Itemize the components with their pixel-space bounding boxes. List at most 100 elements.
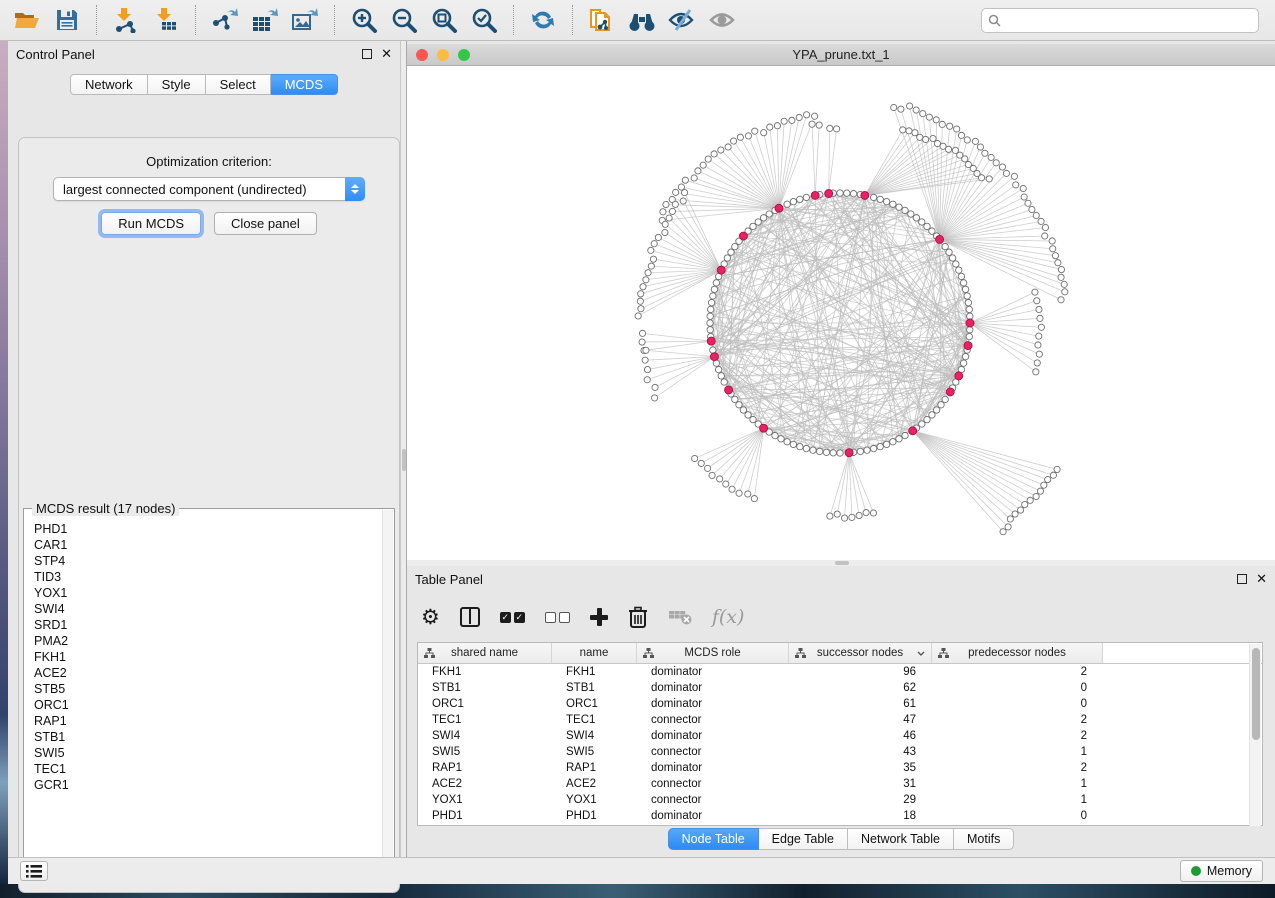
- table-settings-button[interactable]: ⚙: [421, 605, 440, 629]
- table-cell[interactable]: 18: [789, 810, 932, 822]
- scrollbar-thumb[interactable]: [1252, 648, 1260, 740]
- table-cell[interactable]: YOX1: [552, 794, 637, 806]
- table-cell[interactable]: SWI5: [418, 746, 552, 758]
- save-session-button[interactable]: [50, 4, 84, 36]
- column-header-shared-name[interactable]: shared name: [418, 643, 552, 663]
- close-panel-icon[interactable]: ✕: [381, 49, 392, 59]
- table-cell[interactable]: 29: [789, 794, 932, 806]
- table-cell[interactable]: FKH1: [552, 666, 637, 678]
- delete-column-button[interactable]: [628, 606, 648, 628]
- table-cell[interactable]: 0: [932, 698, 1103, 710]
- mcds-result-item[interactable]: SWI4: [34, 601, 382, 617]
- run-mcds-button[interactable]: Run MCDS: [101, 212, 201, 235]
- node-table[interactable]: shared namenameMCDS rolesuccessor nodesp…: [417, 642, 1263, 826]
- export-table-button[interactable]: [248, 4, 282, 36]
- zoom-selected-button[interactable]: [467, 4, 501, 36]
- open-session-button[interactable]: [10, 4, 44, 36]
- export-network-button[interactable]: [208, 4, 242, 36]
- table-cell[interactable]: SWI4: [552, 730, 637, 742]
- mcds-result-item[interactable]: STB5: [34, 681, 382, 697]
- export-image-button[interactable]: [288, 4, 322, 36]
- network-canvas[interactable]: [407, 66, 1275, 560]
- eye-disabled-button[interactable]: [705, 4, 739, 36]
- column-header-successor-nodes[interactable]: successor nodes: [789, 643, 932, 663]
- search-network-button[interactable]: [625, 4, 659, 36]
- table-cell[interactable]: dominator: [637, 682, 789, 694]
- table-cell[interactable]: SWI5: [552, 746, 637, 758]
- mcds-result-item[interactable]: FKH1: [34, 649, 382, 665]
- table-cell[interactable]: 2: [932, 666, 1103, 678]
- table-cell[interactable]: PHD1: [552, 810, 637, 822]
- table-cell[interactable]: 2: [932, 714, 1103, 726]
- table-cell[interactable]: TEC1: [418, 714, 552, 726]
- table-cell[interactable]: dominator: [637, 666, 789, 678]
- tab-node-table[interactable]: Node Table: [668, 828, 759, 850]
- close-panel-button[interactable]: Close panel: [214, 212, 317, 235]
- table-cell[interactable]: RAP1: [418, 762, 552, 774]
- tab-motifs[interactable]: Motifs: [954, 828, 1014, 850]
- table-cell[interactable]: FKH1: [418, 666, 552, 678]
- table-row[interactable]: SWI4SWI4dominator462: [418, 728, 1262, 744]
- tab-select[interactable]: Select: [206, 74, 271, 95]
- table-cell[interactable]: connector: [637, 794, 789, 806]
- table-row[interactable]: ACE2ACE2connector311: [418, 776, 1262, 792]
- mcds-result-item[interactable]: ORC1: [34, 697, 382, 713]
- table-cell[interactable]: STB1: [552, 682, 637, 694]
- column-header-predecessor-nodes[interactable]: predecessor nodes: [932, 643, 1103, 663]
- tab-mcds[interactable]: MCDS: [271, 74, 338, 95]
- splitter-grip[interactable]: [835, 561, 849, 565]
- mcds-result-item[interactable]: CAR1: [34, 537, 382, 553]
- table-row[interactable]: STB1STB1dominator620: [418, 680, 1262, 696]
- tab-network-table[interactable]: Network Table: [848, 828, 954, 850]
- table-row[interactable]: ORC1ORC1dominator610: [418, 696, 1262, 712]
- table-cell[interactable]: RAP1: [552, 762, 637, 774]
- add-column-button[interactable]: [590, 608, 608, 626]
- console-button[interactable]: [20, 861, 48, 881]
- table-cell[interactable]: connector: [637, 778, 789, 790]
- zoom-fit-button[interactable]: [427, 4, 461, 36]
- table-cell[interactable]: ORC1: [418, 698, 552, 710]
- deselect-all-rows-button[interactable]: [545, 612, 570, 623]
- table-cell[interactable]: ORC1: [552, 698, 637, 710]
- table-cell[interactable]: 2: [932, 762, 1103, 774]
- table-cell[interactable]: 0: [932, 810, 1103, 822]
- mcds-result-item[interactable]: GCR1: [34, 777, 382, 793]
- window-zoom-button[interactable]: [458, 49, 470, 61]
- table-cell[interactable]: dominator: [637, 762, 789, 774]
- table-row[interactable]: PHD1PHD1dominator180: [418, 808, 1262, 824]
- table-cell[interactable]: 61: [789, 698, 932, 710]
- close-panel-icon[interactable]: ✕: [1256, 574, 1267, 584]
- zoom-in-button[interactable]: [347, 4, 381, 36]
- network-window-titlebar[interactable]: YPA_prune.txt_1: [407, 44, 1275, 66]
- search-input[interactable]: [1006, 13, 1252, 27]
- mcds-result-item[interactable]: SWI5: [34, 745, 382, 761]
- column-header-MCDS-role[interactable]: MCDS role: [637, 643, 789, 663]
- select-all-rows-button[interactable]: ✓✓: [500, 612, 525, 623]
- table-cell[interactable]: TEC1: [552, 714, 637, 726]
- column-layout-button[interactable]: [460, 607, 480, 627]
- search-field[interactable]: [981, 8, 1259, 33]
- mcds-result-item[interactable]: PMA2: [34, 633, 382, 649]
- mcds-result-item[interactable]: TID3: [34, 569, 382, 585]
- table-cell[interactable]: 31: [789, 778, 932, 790]
- float-panel-icon[interactable]: [1237, 574, 1247, 584]
- table-cell[interactable]: dominator: [637, 730, 789, 742]
- table-cell[interactable]: ACE2: [418, 778, 552, 790]
- window-minimize-button[interactable]: [437, 49, 449, 61]
- table-cell[interactable]: 1: [932, 746, 1103, 758]
- table-cell[interactable]: ACE2: [552, 778, 637, 790]
- mcds-result-scrollbar[interactable]: [382, 510, 393, 878]
- table-cell[interactable]: 2: [932, 730, 1103, 742]
- table-cell[interactable]: dominator: [637, 698, 789, 710]
- table-cell[interactable]: 43: [789, 746, 932, 758]
- memory-button[interactable]: Memory: [1180, 860, 1263, 882]
- mcds-result-item[interactable]: STB1: [34, 729, 382, 745]
- zoom-out-button[interactable]: [387, 4, 421, 36]
- splitter-grip[interactable]: [402, 449, 406, 471]
- table-row[interactable]: YOX1YOX1connector291: [418, 792, 1262, 808]
- table-cell[interactable]: 1: [932, 778, 1103, 790]
- tab-network[interactable]: Network: [70, 74, 148, 95]
- apply-layout-button[interactable]: [526, 4, 560, 36]
- tab-style[interactable]: Style: [148, 74, 206, 95]
- mcds-result-list[interactable]: PHD1CAR1STP4TID3YOX1SWI4SRD1PMA2FKH1ACE2…: [25, 510, 382, 878]
